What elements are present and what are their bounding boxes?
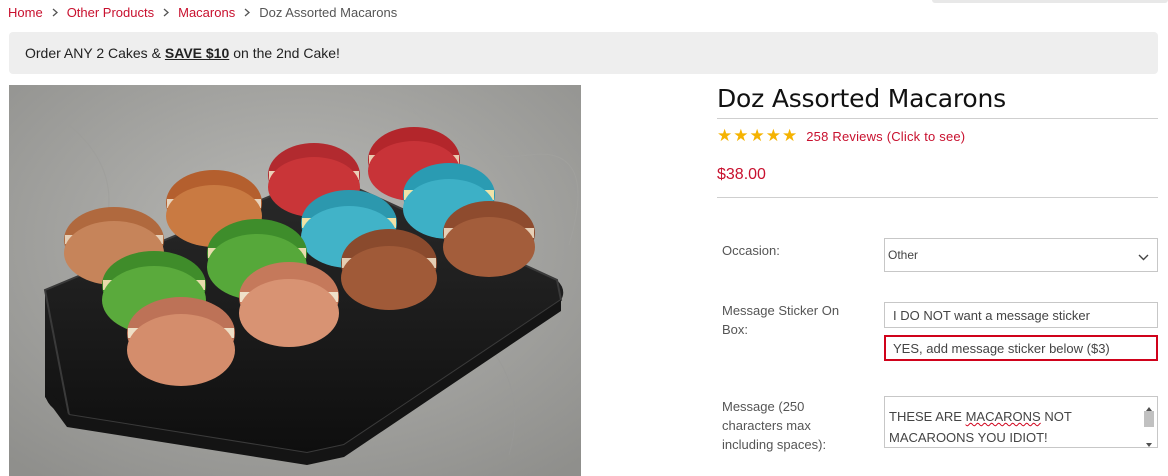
product-image[interactable] [9,85,581,476]
sticker-label-line2: Box: [722,322,749,337]
message-textarea[interactable]: THESE ARE MACARONS NOT MACAROONS YOU IDI… [884,396,1158,448]
header-edge [932,0,1168,3]
occasion-select[interactable]: Other [884,238,1158,272]
sticker-label: Message Sticker On Box: [722,301,839,339]
promo-save-link[interactable]: SAVE $10 [165,45,229,61]
star-icon: ★ [717,126,733,145]
breadcrumb-current: Doz Assorted Macarons [259,4,398,20]
star-icon: ★ [733,126,749,145]
product-title: Doz Assorted Macarons [717,84,1006,113]
sticker-option-yes[interactable]: YES, add message sticker below ($3) [884,335,1158,361]
breadcrumb-macarons-link[interactable]: Macarons [178,5,235,20]
message-line-1: THESE ARE MACARONS NOT [889,406,1133,427]
reviews-link[interactable]: 258 Reviews (Click to see) [806,129,965,144]
occasion-label: Occasion: [722,243,780,258]
message-line-2: MACAROONS YOU IDIOT! [889,430,1048,445]
message-word: THESE ARE [889,409,962,424]
chevron-right-icon [244,5,251,20]
message-label-line2: characters max [722,418,811,433]
sticker-option-no[interactable]: I DO NOT want a message sticker [884,302,1158,328]
star-icon: ★ [782,126,798,145]
message-word: NOT [1044,409,1072,424]
star-icon: ★ [765,126,781,145]
message-label-line3: including spaces): [722,437,827,452]
star-icon: ★ [749,126,765,145]
scrollbar-thumb[interactable] [1144,411,1154,427]
chevron-down-icon [1138,250,1149,264]
chevron-right-icon [163,5,170,20]
sticker-label-line1: Message Sticker On [722,303,840,318]
product-price: $38.00 [717,166,766,183]
message-label-line1: Message (250 [722,399,805,414]
chevron-right-icon [52,5,58,20]
price-divider [717,197,1158,198]
rating-row: ★ ★ ★ ★ ★ 258 Reviews (Click to see) [717,126,965,145]
promo-prefix: Order ANY 2 Cakes & [25,45,161,61]
breadcrumb-other-products-link[interactable]: Other Products [67,5,154,20]
macaron-box-illustration [9,85,581,476]
scroll-down-icon[interactable] [1143,435,1155,447]
textarea-scrollbar[interactable] [1143,399,1155,447]
occasion-value: Other [888,248,919,262]
title-divider [717,118,1158,119]
breadcrumb: Home Other Products Macarons Doz Assorte… [8,4,397,20]
promo-banner: Order ANY 2 Cakes & SAVE $10 on the 2nd … [9,32,1158,74]
star-rating: ★ ★ ★ ★ ★ [717,126,798,145]
breadcrumb-home-link[interactable]: Home [8,5,43,20]
message-label: Message (250 characters max including sp… [722,397,826,454]
promo-suffix: on the 2nd Cake! [233,45,340,61]
scroll-up-icon[interactable] [1143,399,1155,411]
spellcheck-word: MACARONS [965,409,1041,424]
